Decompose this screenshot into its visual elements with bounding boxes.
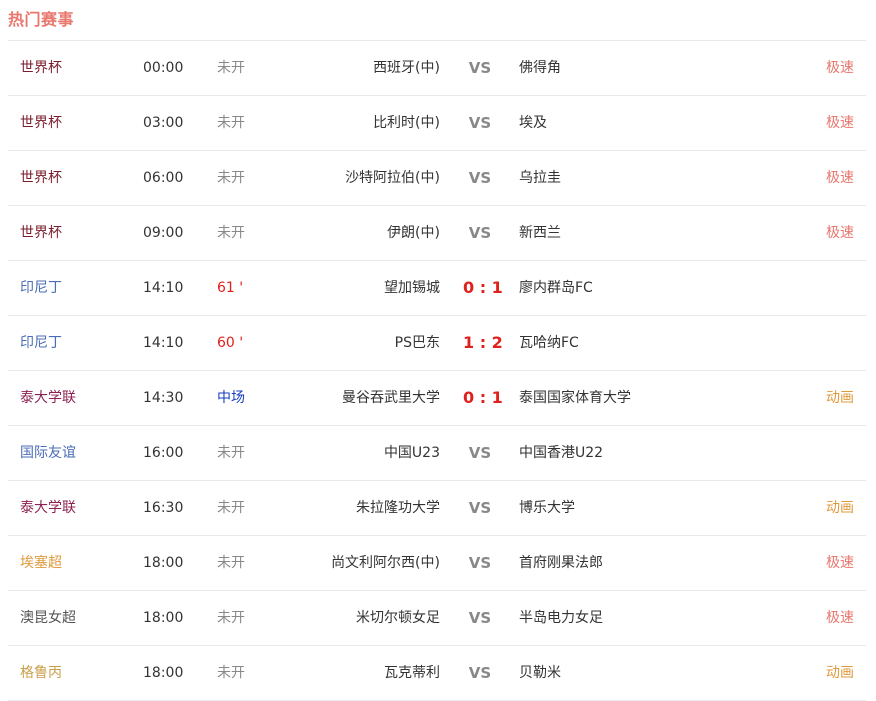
vs-score: VS [468,554,492,572]
away-team[interactable]: 博乐大学 [519,481,575,535]
stream-link[interactable]: 动画 [826,481,854,535]
stream-link[interactable]: 动画 [826,646,854,700]
match-status: 未开 [217,60,245,76]
away-team[interactable]: 半岛电力女足 [519,591,603,645]
home-team[interactable]: 米切尔顿女足 [356,591,440,645]
vs-score: 0 : 1 [463,388,503,407]
match-time: 14:10 [143,335,184,351]
vs-score: VS [468,609,492,627]
stream-link[interactable]: 极速 [826,151,854,205]
match-status: 未开 [217,445,245,461]
away-team[interactable]: 埃及 [519,96,547,150]
match-time: 18:00 [143,665,184,681]
home-team[interactable]: 瓦克蒂利 [384,646,440,700]
away-team[interactable]: 瓦哈纳FC [519,316,579,370]
away-team[interactable]: 乌拉圭 [519,151,561,205]
league-link[interactable]: 澳昆女超 [20,591,76,645]
away-team[interactable]: 泰国国家体育大学 [519,371,631,425]
home-team[interactable]: 中国U23 [384,426,440,480]
match-time: 16:30 [143,500,184,516]
away-team[interactable]: 新西兰 [519,206,561,260]
match-time: 14:30 [143,390,184,406]
match-status: 未开 [217,665,245,681]
match-row[interactable]: 印尼丁 14:10 61 ' 望加锡城 0 : 1 廖内群岛FC [8,261,866,316]
vs-score: 0 : 1 [463,278,503,297]
match-row[interactable]: 泰大学联 16:30 未开 朱拉隆功大学 VS 博乐大学 动画 [8,481,866,536]
league-link[interactable]: 泰大学联 [20,481,76,535]
league-link[interactable]: 世界杯 [20,41,62,95]
match-row[interactable]: 格鲁丙 18:00 未开 瓦克蒂利 VS 贝勒米 动画 [8,646,866,701]
league-link[interactable]: 泰大学联 [20,371,76,425]
match-row[interactable]: 澳昆女超 18:00 未开 米切尔顿女足 VS 半岛电力女足 极速 [8,591,866,646]
away-team[interactable]: 中国香港U22 [519,426,603,480]
away-team[interactable]: 首府刚果法郎 [519,536,603,590]
stream-link[interactable]: 动画 [826,371,854,425]
match-status: 中场 [217,390,245,406]
vs-score: VS [468,499,492,517]
league-link[interactable]: 国际友谊 [20,426,76,480]
home-team[interactable]: 曼谷吞武里大学 [342,371,440,425]
home-team[interactable]: 比利时(中) [373,96,440,150]
match-time: 00:00 [143,60,184,76]
vs-score: VS [468,444,492,462]
home-team[interactable]: 朱拉隆功大学 [356,481,440,535]
hot-matches-panel: 热门赛事 世界杯 00:00 未开 西班牙(中) VS 佛得角 极速 世界杯 0… [0,0,876,701]
match-time: 06:00 [143,170,184,186]
away-team[interactable]: 贝勒米 [519,646,561,700]
stream-link[interactable]: 极速 [826,536,854,590]
home-team[interactable]: 望加锡城 [384,261,440,315]
match-status: 未开 [217,500,245,516]
vs-score: VS [468,224,492,242]
match-row[interactable]: 印尼丁 14:10 60 ' PS巴东 1 : 2 瓦哈纳FC [8,316,866,371]
stream-link[interactable]: 极速 [826,41,854,95]
stream-link[interactable]: 极速 [826,591,854,645]
match-time: 03:00 [143,115,184,131]
match-status: 60 ' [217,335,244,351]
stream-link[interactable]: 极速 [826,96,854,150]
section-title: 热门赛事 [8,10,75,29]
home-team[interactable]: PS巴东 [395,316,440,370]
match-time: 16:00 [143,445,184,461]
vs-score: VS [468,59,492,77]
away-team[interactable]: 佛得角 [519,41,561,95]
home-team[interactable]: 沙特阿拉伯(中) [345,151,440,205]
match-row[interactable]: 国际友谊 16:00 未开 中国U23 VS 中国香港U22 [8,426,866,481]
league-link[interactable]: 印尼丁 [20,316,62,370]
league-link[interactable]: 格鲁丙 [20,646,62,700]
league-link[interactable]: 埃塞超 [20,536,62,590]
match-status: 未开 [217,225,245,241]
match-status: 未开 [217,555,245,571]
match-status: 未开 [217,610,245,626]
home-team[interactable]: 伊朗(中) [387,206,440,260]
match-row[interactable]: 世界杯 09:00 未开 伊朗(中) VS 新西兰 极速 [8,206,866,261]
stream-link[interactable]: 极速 [826,206,854,260]
match-time: 18:00 [143,555,184,571]
match-time: 09:00 [143,225,184,241]
league-link[interactable]: 世界杯 [20,206,62,260]
vs-score: VS [468,114,492,132]
league-link[interactable]: 世界杯 [20,151,62,205]
match-row[interactable]: 泰大学联 14:30 中场 曼谷吞武里大学 0 : 1 泰国国家体育大学 动画 [8,371,866,426]
vs-score: VS [468,169,492,187]
match-status: 61 ' [217,280,244,296]
home-team[interactable]: 尚文利阿尔西(中) [331,536,440,590]
vs-score: VS [468,664,492,682]
match-row[interactable]: 世界杯 06:00 未开 沙特阿拉伯(中) VS 乌拉圭 极速 [8,151,866,206]
match-row[interactable]: 世界杯 00:00 未开 西班牙(中) VS 佛得角 极速 [8,41,866,96]
vs-score: 1 : 2 [463,333,503,352]
match-row[interactable]: 世界杯 03:00 未开 比利时(中) VS 埃及 极速 [8,96,866,151]
away-team[interactable]: 廖内群岛FC [519,261,593,315]
league-link[interactable]: 世界杯 [20,96,62,150]
match-time: 18:00 [143,610,184,626]
match-status: 未开 [217,115,245,131]
home-team[interactable]: 西班牙(中) [373,41,440,95]
league-link[interactable]: 印尼丁 [20,261,62,315]
match-time: 14:10 [143,280,184,296]
match-row[interactable]: 埃塞超 18:00 未开 尚文利阿尔西(中) VS 首府刚果法郎 极速 [8,536,866,591]
match-status: 未开 [217,170,245,186]
match-list: 世界杯 00:00 未开 西班牙(中) VS 佛得角 极速 世界杯 03:00 … [8,40,866,701]
